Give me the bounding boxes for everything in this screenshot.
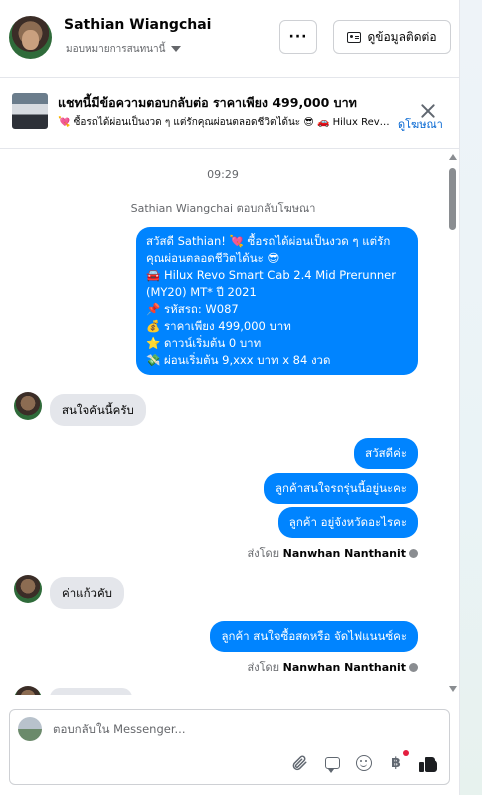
system-note: Sathian Wiangchai ตอบกลับโฆษณา [130,202,316,215]
outgoing-message[interactable]: ลูกค้าสนใจรถรุ่นนี้อยู่นะคะ [264,473,418,504]
sender-name: Nanwhan Nanthanit [282,547,406,560]
ad-description: 💘 ซื้อรถได้ผ่อนเป็นงวด ๆ แต่รักคุณผ่อนตล… [58,117,393,128]
sent-by-prefix: ส่งโดย [247,547,280,560]
more-icon: ··· [288,29,308,45]
message-line: 🚘 Hilux Revo Smart Cab 2.4 Mid Prerunner [146,268,396,282]
baht-icon[interactable]: ฿ [385,750,409,774]
avatar[interactable] [9,16,52,59]
avatar[interactable] [14,686,42,695]
message-line: 📌 รหัสรถ: W087 [146,302,239,316]
incoming-message[interactable]: ค่าแก้วคับ [50,577,124,609]
chat-scrollbar[interactable] [446,153,459,693]
view-contact-label: ดูข้อมูลติดต่อ [367,29,437,44]
reply-composer: ฿ [9,709,450,785]
info-icon[interactable] [409,549,418,558]
chevron-down-icon [171,46,182,52]
avatar[interactable] [14,392,42,420]
sent-by-label: ส่งโดย Nanwhan Nanthanit [248,544,418,562]
view-contact-button[interactable]: ดูข้อมูลติดต่อ [333,20,451,54]
incoming-message[interactable]: สนใจคันนี้ครับ [50,394,146,426]
avatar[interactable] [14,575,42,603]
contact-name[interactable]: Sathian Wiangchai [64,17,211,33]
chat-bubble-icon[interactable] [321,752,343,774]
sent-by-prefix: ส่งโดย [247,661,280,674]
sender-name: Nanwhan Nanthanit [282,661,406,674]
ad-title: แชทนี้มีข้อความตอบกลับต่อ ราคาเพียง 499,… [58,95,357,110]
ad-reply-message[interactable]: สวัสดี Sathian! 💘 ซื้อรถได้ผ่อนเป็นงวด ๆ… [136,227,418,375]
side-panel-edge [459,0,482,795]
message-line: สวัสดี Sathian! 💘 ซื้อรถได้ผ่อนเป็นงวด ๆ… [146,234,391,248]
message-thread[interactable]: 09:29 Sathian Wiangchai ตอบกลับโฆษณา สวั… [0,150,446,695]
message-line: (MY20) MT* ปี 2021 [146,285,257,299]
incoming-message[interactable] [50,688,132,695]
paperclip-icon[interactable] [288,752,310,774]
contact-card-icon [347,31,362,43]
info-icon[interactable] [409,663,418,672]
assign-label: มอบหมายการสนทนานี้ [66,44,166,55]
outgoing-message[interactable]: สวัสดีค่ะ [354,438,418,469]
message-line: 💰 ราคาเพียง 499,000 บาท [146,319,291,333]
outgoing-message[interactable]: ลูกค้า สนใจซื้อสดหรือ จัดไฟแนนซ์คะ [210,621,418,652]
message-line: 💸 ผ่อนเริ่มต้น 9,xxx บาท x 84 งวด [146,353,331,367]
thumbs-up-icon[interactable] [417,752,439,774]
outgoing-message[interactable]: ลูกค้า อยู่จังหวัดอะไรคะ [277,507,418,538]
scrollbar-thumb[interactable] [449,168,456,230]
page-avatar [18,717,42,741]
payment-symbol: ฿ [391,755,401,771]
message-line: ⭐ ดาวน์เริ่มต้น 0 บาท [146,336,262,350]
emoji-icon[interactable] [353,752,375,774]
ad-context-bar: แชทนี้มีข้อความตอบกลับต่อ ราคาเพียง 499,… [0,79,459,149]
ad-thumbnail[interactable] [12,93,48,129]
assign-conversation-dropdown[interactable]: มอบหมายการสนทนานี้ [66,42,182,57]
more-options-button[interactable]: ··· [279,20,317,54]
conversation-header: Sathian Wiangchai มอบหมายการสนทนานี้ ···… [0,0,459,78]
sent-by-label: ส่งโดย Nanwhan Nanthanit [248,658,418,676]
scroll-down-icon[interactable] [449,686,457,692]
close-icon[interactable] [420,103,436,119]
timestamp: 09:29 [207,168,239,181]
reply-input[interactable] [53,717,433,741]
notification-dot [403,750,409,756]
scroll-up-icon[interactable] [449,154,457,160]
message-line: คุณผ่อนตลอดชีวิตได้นะ 😎 [146,251,280,265]
